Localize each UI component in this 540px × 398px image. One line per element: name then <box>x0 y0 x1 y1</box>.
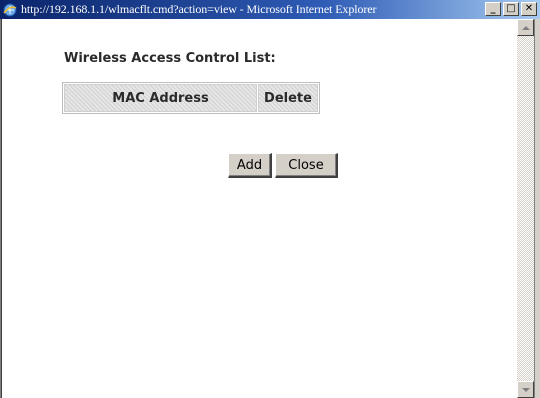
minimize-icon: _ <box>490 3 496 14</box>
close-window-button[interactable]: ✕ <box>521 2 537 16</box>
maximize-button[interactable]: □ <box>503 2 519 16</box>
ie-icon <box>3 3 17 16</box>
window-controls: _ □ ✕ <box>485 2 537 16</box>
column-header-mac-address: MAC Address <box>64 84 257 112</box>
vertical-scrollbar[interactable] <box>517 19 534 398</box>
arrow-up-icon <box>521 25 530 30</box>
minimize-button[interactable]: _ <box>485 2 501 16</box>
scroll-down-button[interactable] <box>517 381 534 398</box>
close-button[interactable]: Close <box>275 153 338 178</box>
page-title: Wireless Access Control List: <box>64 51 276 66</box>
maximize-icon: □ <box>506 3 516 14</box>
access-control-table: MAC Address Delete <box>62 82 320 114</box>
window-frame-right <box>534 19 540 398</box>
window-frame-left <box>0 19 2 398</box>
column-header-delete: Delete <box>258 84 318 112</box>
arrow-down-icon <box>521 387 530 392</box>
window-title: http://192.168.1.1/wlmacflt.cmd?action=v… <box>21 2 377 16</box>
page-content: Wireless Access Control List: MAC Addres… <box>3 19 517 398</box>
table-header-row: MAC Address Delete <box>64 84 318 112</box>
window-title-bar[interactable]: http://192.168.1.1/wlmacflt.cmd?action=v… <box>0 0 540 19</box>
scroll-up-button[interactable] <box>517 19 534 36</box>
add-button[interactable]: Add <box>228 153 272 178</box>
close-icon: ✕ <box>524 3 534 14</box>
